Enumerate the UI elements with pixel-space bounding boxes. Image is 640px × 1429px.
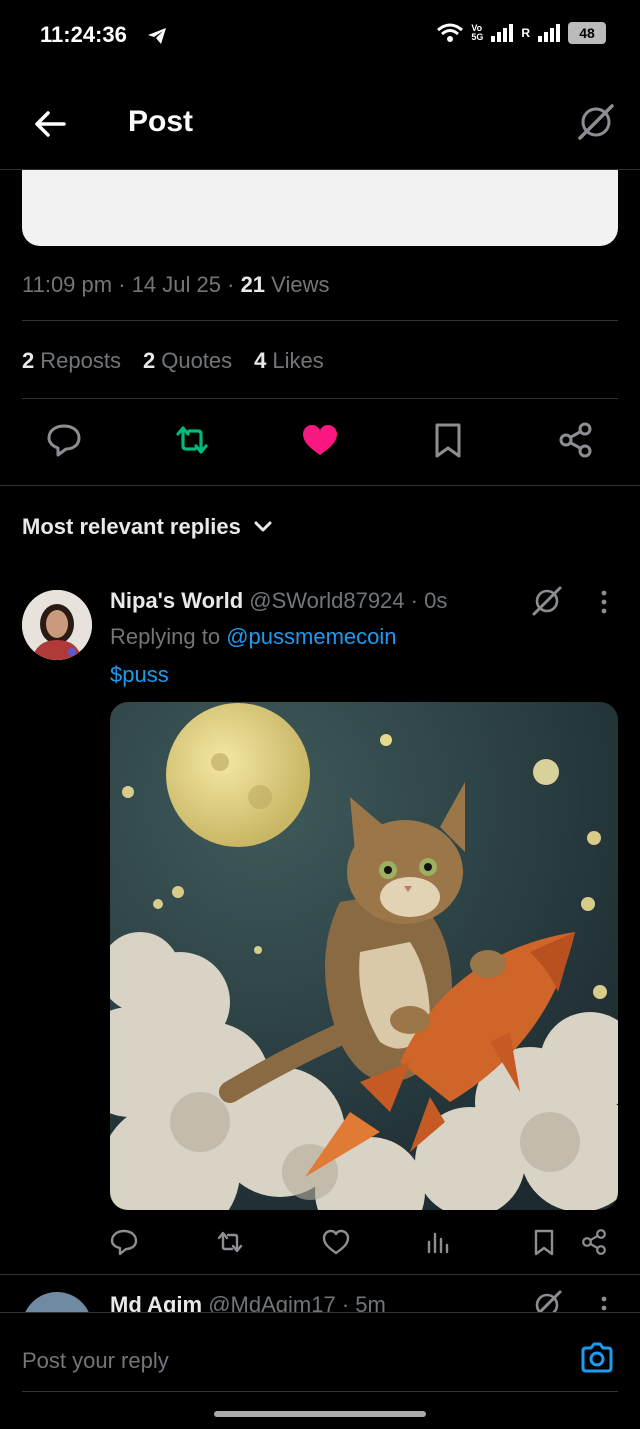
- reply-author-name[interactable]: Md Agim: [110, 1292, 202, 1312]
- camera-icon: [581, 1342, 613, 1373]
- share-icon: [582, 1229, 606, 1255]
- comment-icon: [47, 424, 81, 457]
- battery-icon: 48: [568, 22, 606, 44]
- more-vertical-icon[interactable]: [592, 1294, 616, 1312]
- avatar-image: [22, 590, 92, 660]
- grok-icon[interactable]: [530, 1288, 564, 1312]
- reply-repost-button[interactable]: [214, 1226, 246, 1258]
- divider: [22, 398, 618, 399]
- reply-like-button[interactable]: [320, 1226, 352, 1258]
- divider: [0, 485, 640, 486]
- reply-author-handle[interactable]: @MdAgim17: [208, 1292, 336, 1312]
- reply-image-art: [110, 702, 618, 1210]
- signal-icon-2: [538, 24, 560, 42]
- heart-icon: [322, 1229, 350, 1255]
- back-button[interactable]: [26, 100, 74, 148]
- reply-time: 0s: [424, 588, 448, 613]
- reply-share-button[interactable]: [578, 1226, 610, 1258]
- post-action-bar: [0, 418, 640, 466]
- reply-author-name[interactable]: Nipa's World: [110, 588, 243, 613]
- grok-icon: [578, 104, 614, 140]
- reply-item[interactable]: Md Agim @MdAgim17 · 5m: [0, 1276, 640, 1312]
- quotes-stat[interactable]: 2 Quotes: [143, 348, 232, 374]
- grok-button[interactable]: [574, 100, 618, 144]
- repost-button[interactable]: [170, 418, 214, 462]
- avatar[interactable]: [22, 590, 92, 660]
- status-icons: Vo 5G R 48: [437, 22, 606, 44]
- sort-label: Most relevant replies: [22, 514, 241, 539]
- repost-icon: [176, 426, 208, 454]
- more-vertical-icon: [601, 590, 607, 614]
- reply-button[interactable]: [42, 418, 86, 462]
- gesture-home-bar[interactable]: [214, 1411, 426, 1417]
- views-count: 21: [240, 272, 266, 297]
- like-button[interactable]: [298, 418, 342, 462]
- roaming-indicator: R: [521, 26, 530, 40]
- post-media-card[interactable]: [22, 160, 618, 246]
- reply-views-button[interactable]: [422, 1226, 454, 1258]
- reply-text[interactable]: $puss: [110, 662, 169, 688]
- grok-icon: [532, 586, 562, 616]
- chevron-down-icon: [254, 521, 272, 532]
- reply-comment-button[interactable]: [108, 1226, 140, 1258]
- reply-more-button[interactable]: [592, 588, 616, 616]
- reply-header: Nipa's World @SWorld87924 · 0s: [110, 588, 448, 613]
- reply-input[interactable]: [22, 1341, 562, 1381]
- arrow-left-icon: [35, 111, 66, 137]
- reply-header: Md Agim @MdAgim17 · 5m: [110, 1292, 386, 1312]
- post-detail-screen: 11:24:36 Vo 5G R 48 Post 11:09 pm · 14 J…: [0, 0, 640, 1429]
- page-title: Post: [128, 105, 194, 138]
- battery-level: 48: [579, 25, 595, 41]
- share-icon: [559, 422, 592, 458]
- analytics-icon: [427, 1232, 449, 1254]
- composer-underline: [22, 1391, 618, 1392]
- post-stats: 2 Reposts 2 Quotes 4 Likes: [22, 348, 324, 374]
- status-bar: 11:24:36 Vo 5G R 48: [0, 0, 640, 72]
- post-date: 14 Jul 25: [131, 272, 221, 297]
- reply-author-handle[interactable]: @SWorld87924: [249, 588, 404, 613]
- post-time: 11:09 pm: [22, 272, 113, 297]
- views-label: Views: [271, 272, 330, 297]
- bookmark-button[interactable]: [426, 418, 470, 462]
- reply-bookmark-button[interactable]: [528, 1226, 560, 1258]
- share-button[interactable]: [554, 418, 598, 462]
- repost-icon: [217, 1231, 243, 1253]
- reply-grok-button[interactable]: [530, 584, 564, 618]
- divider: [22, 320, 618, 321]
- volte-indicator: Vo 5G: [471, 23, 484, 42]
- reply-composer: [0, 1312, 640, 1429]
- reposts-stat[interactable]: 2 Reposts: [22, 348, 121, 374]
- replies-sort-dropdown[interactable]: Most relevant replies: [22, 514, 273, 540]
- status-time: 11:24:36: [40, 22, 127, 47]
- post-meta: 11:09 pm · 14 Jul 25 · 21 Views: [22, 272, 330, 297]
- replying-to-link[interactable]: @pussmemecoin: [226, 624, 396, 649]
- camera-button[interactable]: [578, 1339, 616, 1377]
- avatar[interactable]: [22, 1292, 92, 1312]
- heart-filled-icon: [303, 425, 337, 455]
- telegram-icon: [148, 28, 166, 44]
- replying-to: Replying to @pussmemecoin: [110, 624, 397, 649]
- comment-icon: [110, 1229, 138, 1256]
- bookmark-icon: [534, 1229, 554, 1256]
- wifi-icon: [437, 23, 464, 42]
- reply-image[interactable]: [110, 702, 618, 1210]
- app-header: Post: [0, 72, 640, 170]
- divider: [0, 1274, 640, 1275]
- bookmark-icon: [435, 423, 461, 458]
- signal-icon: [491, 24, 514, 42]
- reply-time: 5m: [355, 1292, 386, 1312]
- likes-stat[interactable]: 4 Likes: [254, 348, 324, 374]
